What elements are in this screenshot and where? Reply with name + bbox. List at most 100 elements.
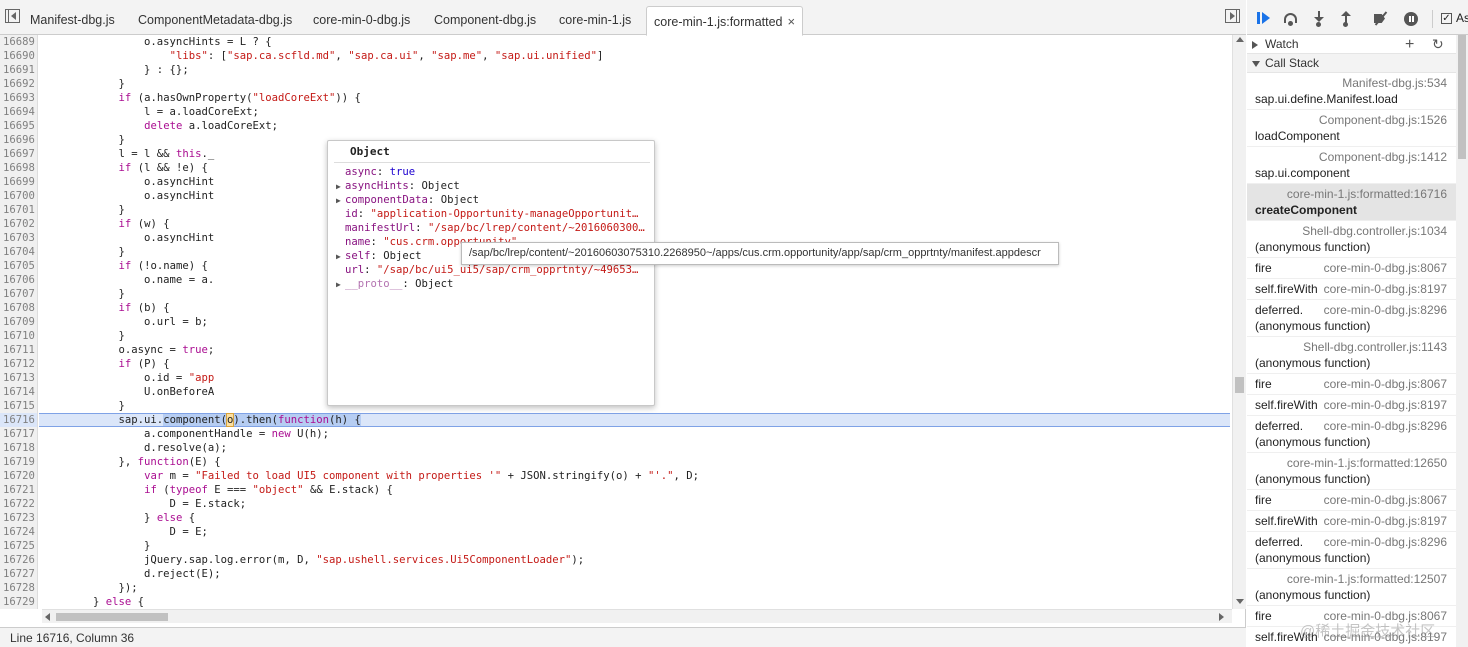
line-number[interactable]: 16708 (0, 301, 38, 315)
frame-location[interactable]: core-min-0-dbg.js:8067 (1324, 493, 1447, 507)
frame-location[interactable]: Shell-dbg.controller.js:1034 (1302, 224, 1447, 238)
code-line[interactable]: 16689 o.asyncHints = L ? { (0, 35, 1232, 49)
code-line[interactable]: 16719 }, function(E) { (0, 455, 1232, 469)
step-into-icon[interactable] (1311, 11, 1327, 27)
frame-location[interactable]: Component-dbg.js:1526 (1319, 113, 1447, 127)
scrollbar-thumb[interactable] (1458, 35, 1466, 159)
line-number[interactable]: 16726 (0, 553, 38, 567)
line-number[interactable]: 16709 (0, 315, 38, 329)
scroll-left-icon[interactable] (45, 613, 50, 621)
tab-core-min-1-formatted[interactable]: core-min-1.js:formatted × (646, 6, 804, 36)
line-number[interactable]: 16729 (0, 595, 38, 609)
code-line-current[interactable]: 16716 sap.ui.component(o).then(function(… (0, 413, 1232, 427)
editor-horizontal-scrollbar[interactable] (42, 609, 1232, 623)
code-line[interactable]: 16690 "libs": ["sap.ca.scfld.md", "sap.c… (0, 49, 1232, 63)
object-property[interactable]: ▶ __proto__: Object (336, 277, 651, 291)
frame-location[interactable]: core-min-1.js:formatted:12507 (1287, 572, 1447, 586)
line-number[interactable]: 16692 (0, 77, 38, 91)
line-number[interactable]: 16713 (0, 371, 38, 385)
code-line[interactable]: 16724 D = E; (0, 525, 1232, 539)
call-frame[interactable]: Component-dbg.js:1526 loadComponent (1247, 110, 1456, 147)
frame-location[interactable]: core-min-0-dbg.js:8067 (1324, 261, 1447, 275)
object-property[interactable]: ▶ componentData: Object (336, 193, 651, 207)
step-over-icon[interactable] (1283, 11, 1299, 27)
call-frame[interactable]: core-min-0-dbg.js:8296 deferred. (anonymou… (1247, 532, 1456, 569)
code-line[interactable]: 16693 if (a.hasOwnProperty("loadCoreExt"… (0, 91, 1232, 105)
frame-location[interactable]: Manifest-dbg.js:534 (1342, 76, 1447, 90)
line-number[interactable]: 16699 (0, 175, 38, 189)
line-number[interactable]: 16698 (0, 161, 38, 175)
call-frame[interactable]: core-min-0-dbg.js:8296 deferred. (anonymou… (1247, 416, 1456, 453)
line-number[interactable]: 16700 (0, 189, 38, 203)
frame-location[interactable]: core-min-1.js:formatted:12650 (1287, 456, 1447, 470)
callstack-section-header[interactable]: Call Stack (1247, 54, 1456, 73)
call-frame[interactable]: Manifest-dbg.js:534 sap.ui.define.Manifes… (1247, 73, 1456, 110)
tab-manifest-dbg[interactable]: Manifest-dbg.js (30, 6, 115, 35)
line-number[interactable]: 16697 (0, 147, 38, 161)
tab-componentmetadata-dbg[interactable]: ComponentMetadata-dbg.js (138, 6, 292, 35)
line-number[interactable]: 16723 (0, 511, 38, 525)
tab-component-dbg[interactable]: Component-dbg.js (434, 6, 536, 35)
code-line[interactable]: 16720 var m = "Failed to load UI5 compon… (0, 469, 1232, 483)
call-frame[interactable]: core-min-1.js:formatted:12650 (anonymous … (1247, 453, 1456, 490)
line-number[interactable]: 16703 (0, 231, 38, 245)
line-number[interactable]: 16704 (0, 245, 38, 259)
line-number[interactable]: 16712 (0, 357, 38, 371)
code-line[interactable]: 16717 a.componentHandle = new U(h); (0, 427, 1232, 441)
expand-arrow-icon[interactable]: ▶ (336, 194, 345, 207)
frame-location[interactable]: core-min-0-dbg.js:8197 (1324, 514, 1447, 528)
line-number[interactable]: 16711 (0, 343, 38, 357)
line-number[interactable]: 16714 (0, 385, 38, 399)
line-number[interactable]: 16707 (0, 287, 38, 301)
toggle-debugger-icon[interactable] (1225, 9, 1240, 23)
call-frame-selected[interactable]: core-min-1.js:formatted:16716 createCompo… (1247, 184, 1456, 221)
editor-vertical-scrollbar[interactable] (1232, 35, 1246, 609)
code-line[interactable]: 16694 l = a.loadCoreExt; (0, 105, 1232, 119)
code-line[interactable]: 16692 } (0, 77, 1232, 91)
frame-location[interactable]: core-min-0-dbg.js:8197 (1324, 398, 1447, 412)
call-frame[interactable]: core-min-0-dbg.js:8067 fire (1247, 490, 1456, 511)
line-number[interactable]: 16719 (0, 455, 38, 469)
resume-icon[interactable] (1256, 11, 1272, 27)
code-line[interactable]: 16727 d.reject(E); (0, 567, 1232, 581)
object-preview-popover[interactable]: Object async: true ▶ asyncHints: Object ▶ co… (327, 140, 655, 406)
line-number[interactable]: 16710 (0, 329, 38, 343)
expand-arrow-icon[interactable]: ▶ (336, 250, 345, 263)
call-frame[interactable]: Component-dbg.js:1412 sap.ui.component (1247, 147, 1456, 184)
frame-location[interactable]: Shell-dbg.controller.js:1143 (1303, 340, 1447, 354)
step-out-icon[interactable] (1338, 11, 1354, 27)
line-number[interactable]: 16716 (0, 413, 38, 427)
frame-location[interactable]: core-min-0-dbg.js:8296 (1324, 303, 1447, 317)
line-number[interactable]: 16705 (0, 259, 38, 273)
call-frame[interactable]: core-min-0-dbg.js:8197 self.fireWith (1247, 511, 1456, 532)
line-number[interactable]: 16702 (0, 217, 38, 231)
expand-arrow-icon[interactable]: ▶ (336, 180, 345, 193)
code-line[interactable]: 16725 } (0, 539, 1232, 553)
call-frame[interactable]: core-min-0-dbg.js:8197 self.fireWith (1247, 395, 1456, 416)
call-frame[interactable]: Shell-dbg.controller.js:1034 (anonymous f… (1247, 221, 1456, 258)
code-line[interactable]: 16726 jQuery.sap.log.error(m, D, "sap.us… (0, 553, 1232, 567)
line-number[interactable]: 16717 (0, 427, 38, 441)
code-line[interactable]: 16722 D = E.stack; (0, 497, 1232, 511)
pause-on-exceptions-icon[interactable] (1403, 11, 1419, 27)
line-number[interactable]: 16696 (0, 133, 38, 147)
line-number[interactable]: 16689 (0, 35, 38, 49)
frame-location[interactable]: core-min-0-dbg.js:8296 (1324, 419, 1447, 433)
line-number[interactable]: 16720 (0, 469, 38, 483)
code-line[interactable]: 16723 } else { (0, 511, 1232, 525)
line-number[interactable]: 16706 (0, 273, 38, 287)
frame-location[interactable]: core-min-0-dbg.js:8197 (1324, 282, 1447, 296)
call-frame[interactable]: core-min-0-dbg.js:8296 deferred. (anonymou… (1247, 300, 1456, 337)
refresh-icon[interactable]: ↻ (1432, 35, 1444, 54)
toggle-navigator-icon[interactable] (5, 9, 20, 23)
code-line[interactable]: 16721 if (typeof E === "object" && E.sta… (0, 483, 1232, 497)
tab-core-min-1[interactable]: core-min-1.js (559, 6, 631, 35)
line-number[interactable]: 16725 (0, 539, 38, 553)
expand-arrow-icon[interactable]: ▶ (336, 278, 345, 291)
frame-location[interactable]: core-min-1.js:formatted:16716 (1287, 187, 1447, 201)
line-number[interactable]: 16691 (0, 63, 38, 77)
add-watch-icon[interactable]: + (1405, 35, 1414, 54)
line-number[interactable]: 16728 (0, 581, 38, 595)
scroll-down-icon[interactable] (1236, 599, 1244, 604)
code-line[interactable]: 16729 } else { (0, 595, 1232, 609)
